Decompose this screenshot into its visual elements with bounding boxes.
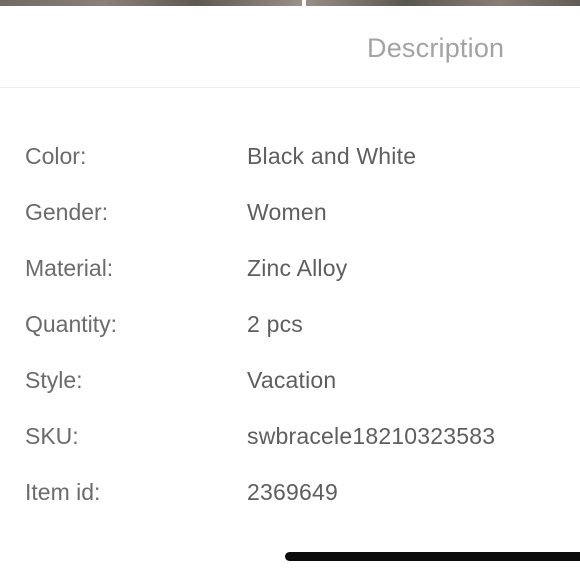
- spec-row-color: Color: Black and White: [0, 142, 580, 198]
- spec-row-gender: Gender: Women: [0, 198, 580, 254]
- spec-value: 2 pcs: [247, 311, 303, 337]
- spec-label: Material:: [25, 255, 114, 281]
- spec-label: Item id:: [25, 479, 101, 505]
- spec-label: Gender:: [25, 199, 109, 225]
- spec-row-item-id: Item id: 2369649: [0, 478, 580, 534]
- spec-label: Style:: [25, 367, 83, 393]
- tab-bar: Description: [0, 6, 580, 88]
- spec-value: swbracele18210323583: [247, 423, 496, 449]
- spec-row-material: Material: Zinc Alloy: [0, 254, 580, 310]
- spec-row-style: Style: Vacation: [0, 366, 580, 422]
- spec-label: Quantity:: [25, 311, 118, 337]
- spec-value: Black and White: [247, 143, 417, 169]
- tab-description[interactable]: Description: [367, 32, 504, 64]
- spec-label: Color:: [25, 143, 87, 169]
- home-indicator[interactable]: [285, 552, 580, 561]
- spec-row-sku: SKU: swbracele18210323583: [0, 422, 580, 478]
- spec-value: Vacation: [247, 367, 337, 393]
- spec-row-quantity: Quantity: 2 pcs: [0, 310, 580, 366]
- spec-value: Women: [247, 199, 327, 225]
- spec-label: SKU:: [25, 423, 79, 449]
- spec-value: Zinc Alloy: [247, 255, 348, 281]
- spec-value: 2369649: [247, 479, 338, 505]
